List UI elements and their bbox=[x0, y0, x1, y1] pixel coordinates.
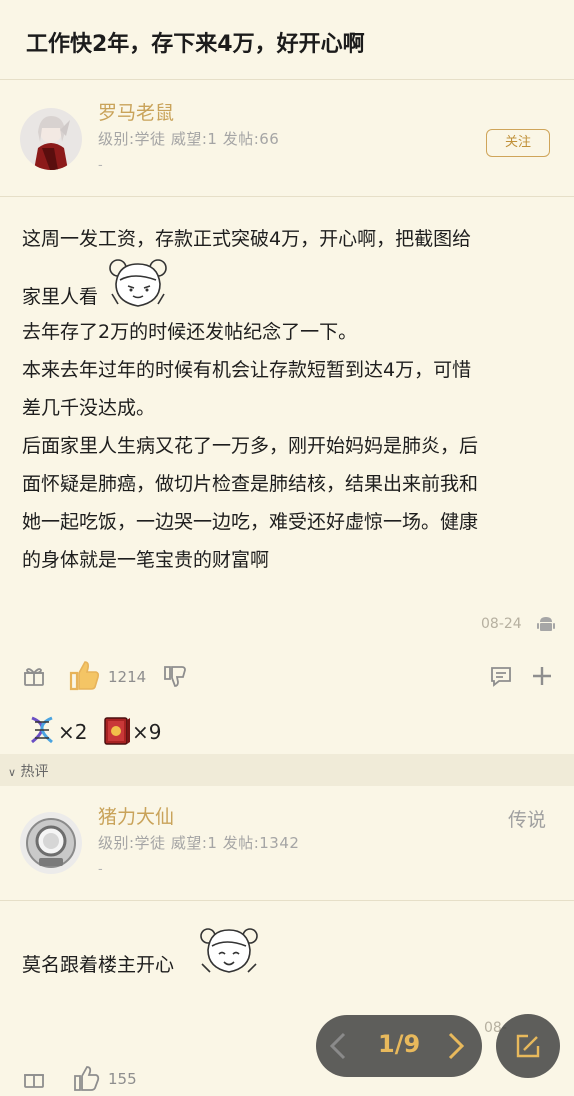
post-line-9: 的身体就是一笔宝贵的财富啊 bbox=[22, 549, 270, 571]
post-line-4: 本来去年过年的时候有机会让存款短暂到达4万，可惜 bbox=[22, 359, 472, 381]
author-avatar[interactable] bbox=[20, 108, 82, 170]
dislike-icon[interactable] bbox=[162, 664, 188, 694]
follow-button[interactable]: 关注 bbox=[486, 129, 550, 157]
like-count: 1214 bbox=[108, 668, 147, 686]
like-icon[interactable] bbox=[67, 658, 101, 696]
reply-avatar[interactable] bbox=[20, 812, 82, 874]
reply-meta-dash: - bbox=[98, 862, 103, 877]
reply-author-rank: 传说 bbox=[508, 809, 547, 831]
author-name[interactable]: 罗马老鼠 bbox=[98, 98, 174, 125]
chevron-down-icon: ∨ bbox=[8, 766, 17, 779]
reply-gift-icon[interactable] bbox=[22, 1066, 46, 1094]
post-date: 08-24 bbox=[481, 616, 522, 632]
post-line-8: 她一起吃饭，一边哭一边吃，难受还好虚惊一场。健康 bbox=[22, 511, 479, 533]
gift1-count: ×2 bbox=[58, 720, 88, 744]
reply-like-count: 155 bbox=[108, 1070, 137, 1088]
post-line-7: 面怀疑是肺癌，做切片检查是肺结核，结果出来前我和 bbox=[22, 473, 479, 495]
hot-comments-toggle[interactable]: ∨ 热评 bbox=[8, 761, 49, 781]
prev-page-button[interactable] bbox=[326, 1030, 350, 1066]
gift-icon[interactable] bbox=[22, 664, 46, 692]
post-line-2: 家里人看 bbox=[22, 286, 99, 308]
reply-text: 莫名跟着楼主开心 bbox=[22, 954, 175, 976]
reply-divider bbox=[0, 900, 574, 901]
sticker-girl-icon bbox=[104, 254, 172, 320]
edit-icon bbox=[514, 1032, 542, 1064]
comment-icon[interactable] bbox=[489, 664, 513, 692]
reply-author-name[interactable]: 猪力大仙 bbox=[98, 802, 174, 829]
post-line-3: 去年存了2万的时候还发帖纪念了一下。 bbox=[22, 321, 358, 343]
page-indicator[interactable]: 1/9 bbox=[378, 1030, 420, 1058]
sticker-girl-icon bbox=[196, 920, 262, 984]
hot-comments-bar[interactable] bbox=[0, 754, 574, 786]
dna-gift-icon bbox=[26, 714, 58, 750]
author-meta: 级别:学徒 威望:1 发帖:66 bbox=[98, 130, 280, 148]
reply-author-meta: 级别:学徒 威望:1 发帖:1342 bbox=[98, 834, 300, 852]
title-divider bbox=[0, 79, 574, 80]
next-page-button[interactable] bbox=[444, 1030, 468, 1066]
android-icon bbox=[536, 614, 556, 638]
author-meta-dash: - bbox=[98, 158, 103, 173]
post-line-5: 差几千没达成。 bbox=[22, 397, 156, 419]
plus-icon[interactable] bbox=[530, 664, 554, 692]
post-line-6: 后面家里人生病又花了一万多，刚开始妈妈是肺炎，后 bbox=[22, 435, 479, 457]
compose-button[interactable] bbox=[496, 1014, 560, 1078]
post-title: 工作快2年，存下来4万，好开心啊 bbox=[26, 32, 365, 57]
header-divider bbox=[0, 196, 574, 197]
hot-comments-label: 热评 bbox=[20, 764, 49, 780]
red-book-gift-icon bbox=[102, 714, 132, 750]
reply-like-icon[interactable] bbox=[72, 1064, 100, 1096]
gift2-count: ×9 bbox=[132, 720, 162, 744]
post-line-1: 这周一发工资，存款正式突破4万，开心啊，把截图给 bbox=[22, 228, 472, 250]
